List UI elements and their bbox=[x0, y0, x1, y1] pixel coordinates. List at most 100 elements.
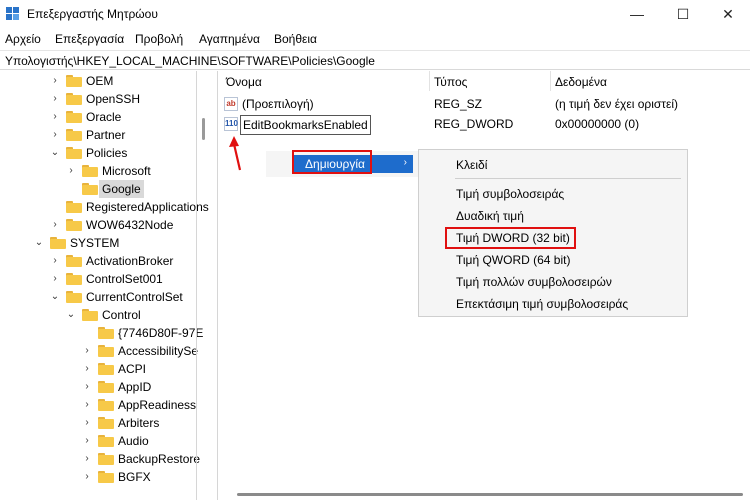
tree-item[interactable]: › AppReadiness bbox=[0, 396, 196, 414]
submenu-item-key[interactable]: Κλειδί bbox=[456, 158, 487, 172]
column-divider[interactable] bbox=[550, 71, 551, 91]
tree-item[interactable]: ⌄ Control bbox=[0, 306, 196, 324]
tree-item[interactable]: RegisteredApplications bbox=[0, 198, 209, 216]
submenu-item-qword[interactable]: Τιμή QWORD (64 bit) bbox=[456, 253, 570, 267]
tree-scrollbar-track[interactable] bbox=[196, 71, 197, 500]
folder-icon bbox=[98, 345, 114, 357]
tree-item-label: WOW6432Node bbox=[86, 218, 174, 232]
tree-item[interactable]: ⌄ CurrentControlSet bbox=[0, 288, 196, 306]
chevron-down-icon[interactable]: ⌄ bbox=[49, 288, 61, 306]
menu-help[interactable]: Βοήθεια bbox=[274, 32, 317, 46]
value-type: REG_SZ bbox=[434, 97, 483, 111]
value-name: EditBookmarksEnabled bbox=[240, 115, 371, 135]
chevron-right-icon[interactable]: › bbox=[81, 432, 93, 450]
tree-item-label: BackupRestore bbox=[118, 452, 201, 466]
chevron-right-icon[interactable]: › bbox=[81, 360, 93, 378]
column-header-data[interactable]: Δεδομένα bbox=[555, 75, 607, 89]
tree-item-label: {7746D80F-97E bbox=[118, 326, 204, 340]
minimize-button[interactable]: — bbox=[622, 4, 652, 24]
folder-icon bbox=[98, 327, 114, 339]
tree-item[interactable]: › Partner bbox=[0, 126, 196, 144]
menu-file[interactable]: Αρχείο bbox=[5, 32, 41, 46]
chevron-right-icon[interactable]: › bbox=[81, 378, 93, 396]
tree-item[interactable]: › BackupRestore bbox=[0, 450, 200, 468]
tree-item[interactable]: ⌄ Policies bbox=[0, 144, 196, 162]
chevron-down-icon[interactable]: ⌄ bbox=[65, 306, 77, 324]
close-button[interactable]: ✕ bbox=[713, 4, 743, 24]
column-header-type[interactable]: Τύπος bbox=[434, 75, 467, 89]
chevron-right-icon[interactable]: › bbox=[49, 90, 61, 108]
folder-icon bbox=[66, 201, 82, 213]
tree-item[interactable]: › ACPI bbox=[0, 360, 196, 378]
tree-item[interactable]: › Microsoft bbox=[0, 162, 196, 180]
tree-item-label: OpenSSH bbox=[86, 92, 141, 106]
value-data: (η τιμή δεν έχει οριστεί) bbox=[555, 97, 679, 111]
folder-icon bbox=[98, 363, 114, 375]
tree-item[interactable]: › ActivationBroker bbox=[0, 252, 196, 270]
tree-item-label: Control bbox=[102, 308, 141, 322]
value-type: REG_DWORD bbox=[434, 117, 514, 131]
chevron-right-icon[interactable]: › bbox=[49, 72, 61, 90]
tree-item[interactable]: › Audio bbox=[0, 432, 196, 450]
tree-item[interactable]: › BGFX bbox=[0, 468, 196, 486]
submenu-item-string[interactable]: Τιμή συμβολοσειράς bbox=[456, 187, 564, 201]
chevron-right-icon[interactable]: › bbox=[49, 108, 61, 126]
folder-icon bbox=[66, 111, 82, 123]
address-bar[interactable]: Υπολογιστής\HKEY_LOCAL_MACHINE\SOFTWARE\… bbox=[0, 50, 750, 70]
menu-favorites[interactable]: Αγαπημένα bbox=[199, 32, 260, 46]
chevron-down-icon[interactable]: ⌄ bbox=[49, 144, 61, 162]
tree-item-label: BGFX bbox=[118, 470, 151, 484]
list-row[interactable]: ab (Προεπιλογή) REG_SZ (η τιμή δεν έχει … bbox=[224, 95, 744, 113]
tree-item-label: AppReadiness bbox=[118, 398, 197, 412]
submenu-item-expandable-string[interactable]: Επεκτάσιμη τιμή συμβολοσειράς bbox=[456, 297, 628, 311]
tree-item[interactable]: › Arbiters bbox=[0, 414, 196, 432]
address-path[interactable]: Υπολογιστής\HKEY_LOCAL_MACHINE\SOFTWARE\… bbox=[5, 54, 375, 68]
tree-item-label: ControlSet001 bbox=[86, 272, 163, 286]
submenu-item-multi-string[interactable]: Τιμή πολλών συμβολοσειρών bbox=[456, 275, 612, 289]
tree-item[interactable]: › OEM bbox=[0, 72, 196, 90]
tree-item[interactable]: › OpenSSH bbox=[0, 90, 196, 108]
chevron-right-icon[interactable]: › bbox=[49, 126, 61, 144]
tree-item-label: Partner bbox=[86, 128, 126, 142]
tree-item[interactable]: › AppID bbox=[0, 378, 196, 396]
horizontal-scrollbar[interactable] bbox=[237, 493, 743, 496]
chevron-right-icon[interactable]: › bbox=[49, 216, 61, 234]
list-row[interactable]: 110 EditBookmarksEnabled REG_DWORD 0x000… bbox=[224, 115, 744, 135]
chevron-right-icon[interactable]: › bbox=[49, 270, 61, 288]
chevron-right-icon[interactable]: › bbox=[81, 450, 93, 468]
tree-item[interactable]: {7746D80F-97E bbox=[0, 324, 203, 342]
chevron-down-icon[interactable]: ⌄ bbox=[33, 234, 45, 252]
tree-item[interactable]: Google bbox=[0, 180, 196, 198]
chevron-right-icon[interactable]: › bbox=[65, 162, 77, 180]
tree-item-label: RegisteredApplications bbox=[86, 200, 209, 214]
menu-bar: Αρχείο Επεξεργασία Προβολή Αγαπημένα Βοή… bbox=[0, 28, 750, 50]
chevron-right-icon[interactable]: › bbox=[81, 468, 93, 486]
folder-icon bbox=[66, 255, 82, 267]
folder-icon bbox=[98, 435, 114, 447]
folder-icon bbox=[98, 417, 114, 429]
tree-item-label: Oracle bbox=[86, 110, 122, 124]
tree-item[interactable]: › ControlSet001 bbox=[0, 270, 196, 288]
tree-item-label: ACPI bbox=[118, 362, 147, 376]
folder-icon bbox=[66, 129, 82, 141]
tree-item[interactable]: › Oracle bbox=[0, 108, 196, 126]
red-arrow-icon bbox=[229, 136, 242, 171]
tree-item[interactable]: › AccessibilitySe bbox=[0, 342, 199, 360]
key-tree: › OEM › OpenSSH › Oracle › Partner ⌄ Policies › Mic… bbox=[0, 71, 210, 500]
folder-icon bbox=[66, 93, 82, 105]
chevron-right-icon[interactable]: › bbox=[81, 396, 93, 414]
chevron-right-icon[interactable]: › bbox=[49, 252, 61, 270]
chevron-right-icon[interactable]: › bbox=[81, 342, 93, 360]
menu-edit[interactable]: Επεξεργασία bbox=[55, 32, 124, 46]
chevron-right-icon[interactable]: › bbox=[81, 414, 93, 432]
registry-editor-icon bbox=[6, 7, 20, 21]
menu-view[interactable]: Προβολή bbox=[135, 32, 183, 46]
maximize-button[interactable]: ☐ bbox=[668, 4, 698, 24]
column-header-name[interactable]: Όνομα bbox=[226, 75, 262, 89]
column-divider[interactable] bbox=[429, 71, 430, 91]
tree-item-label: AccessibilitySe bbox=[118, 344, 199, 358]
tree-item[interactable]: ⌄ SYSTEM bbox=[0, 234, 196, 252]
tree-scrollbar-thumb[interactable] bbox=[202, 118, 205, 140]
submenu-item-binary[interactable]: Δυαδική τιμή bbox=[456, 209, 524, 223]
tree-item[interactable]: › WOW6432Node bbox=[0, 216, 196, 234]
